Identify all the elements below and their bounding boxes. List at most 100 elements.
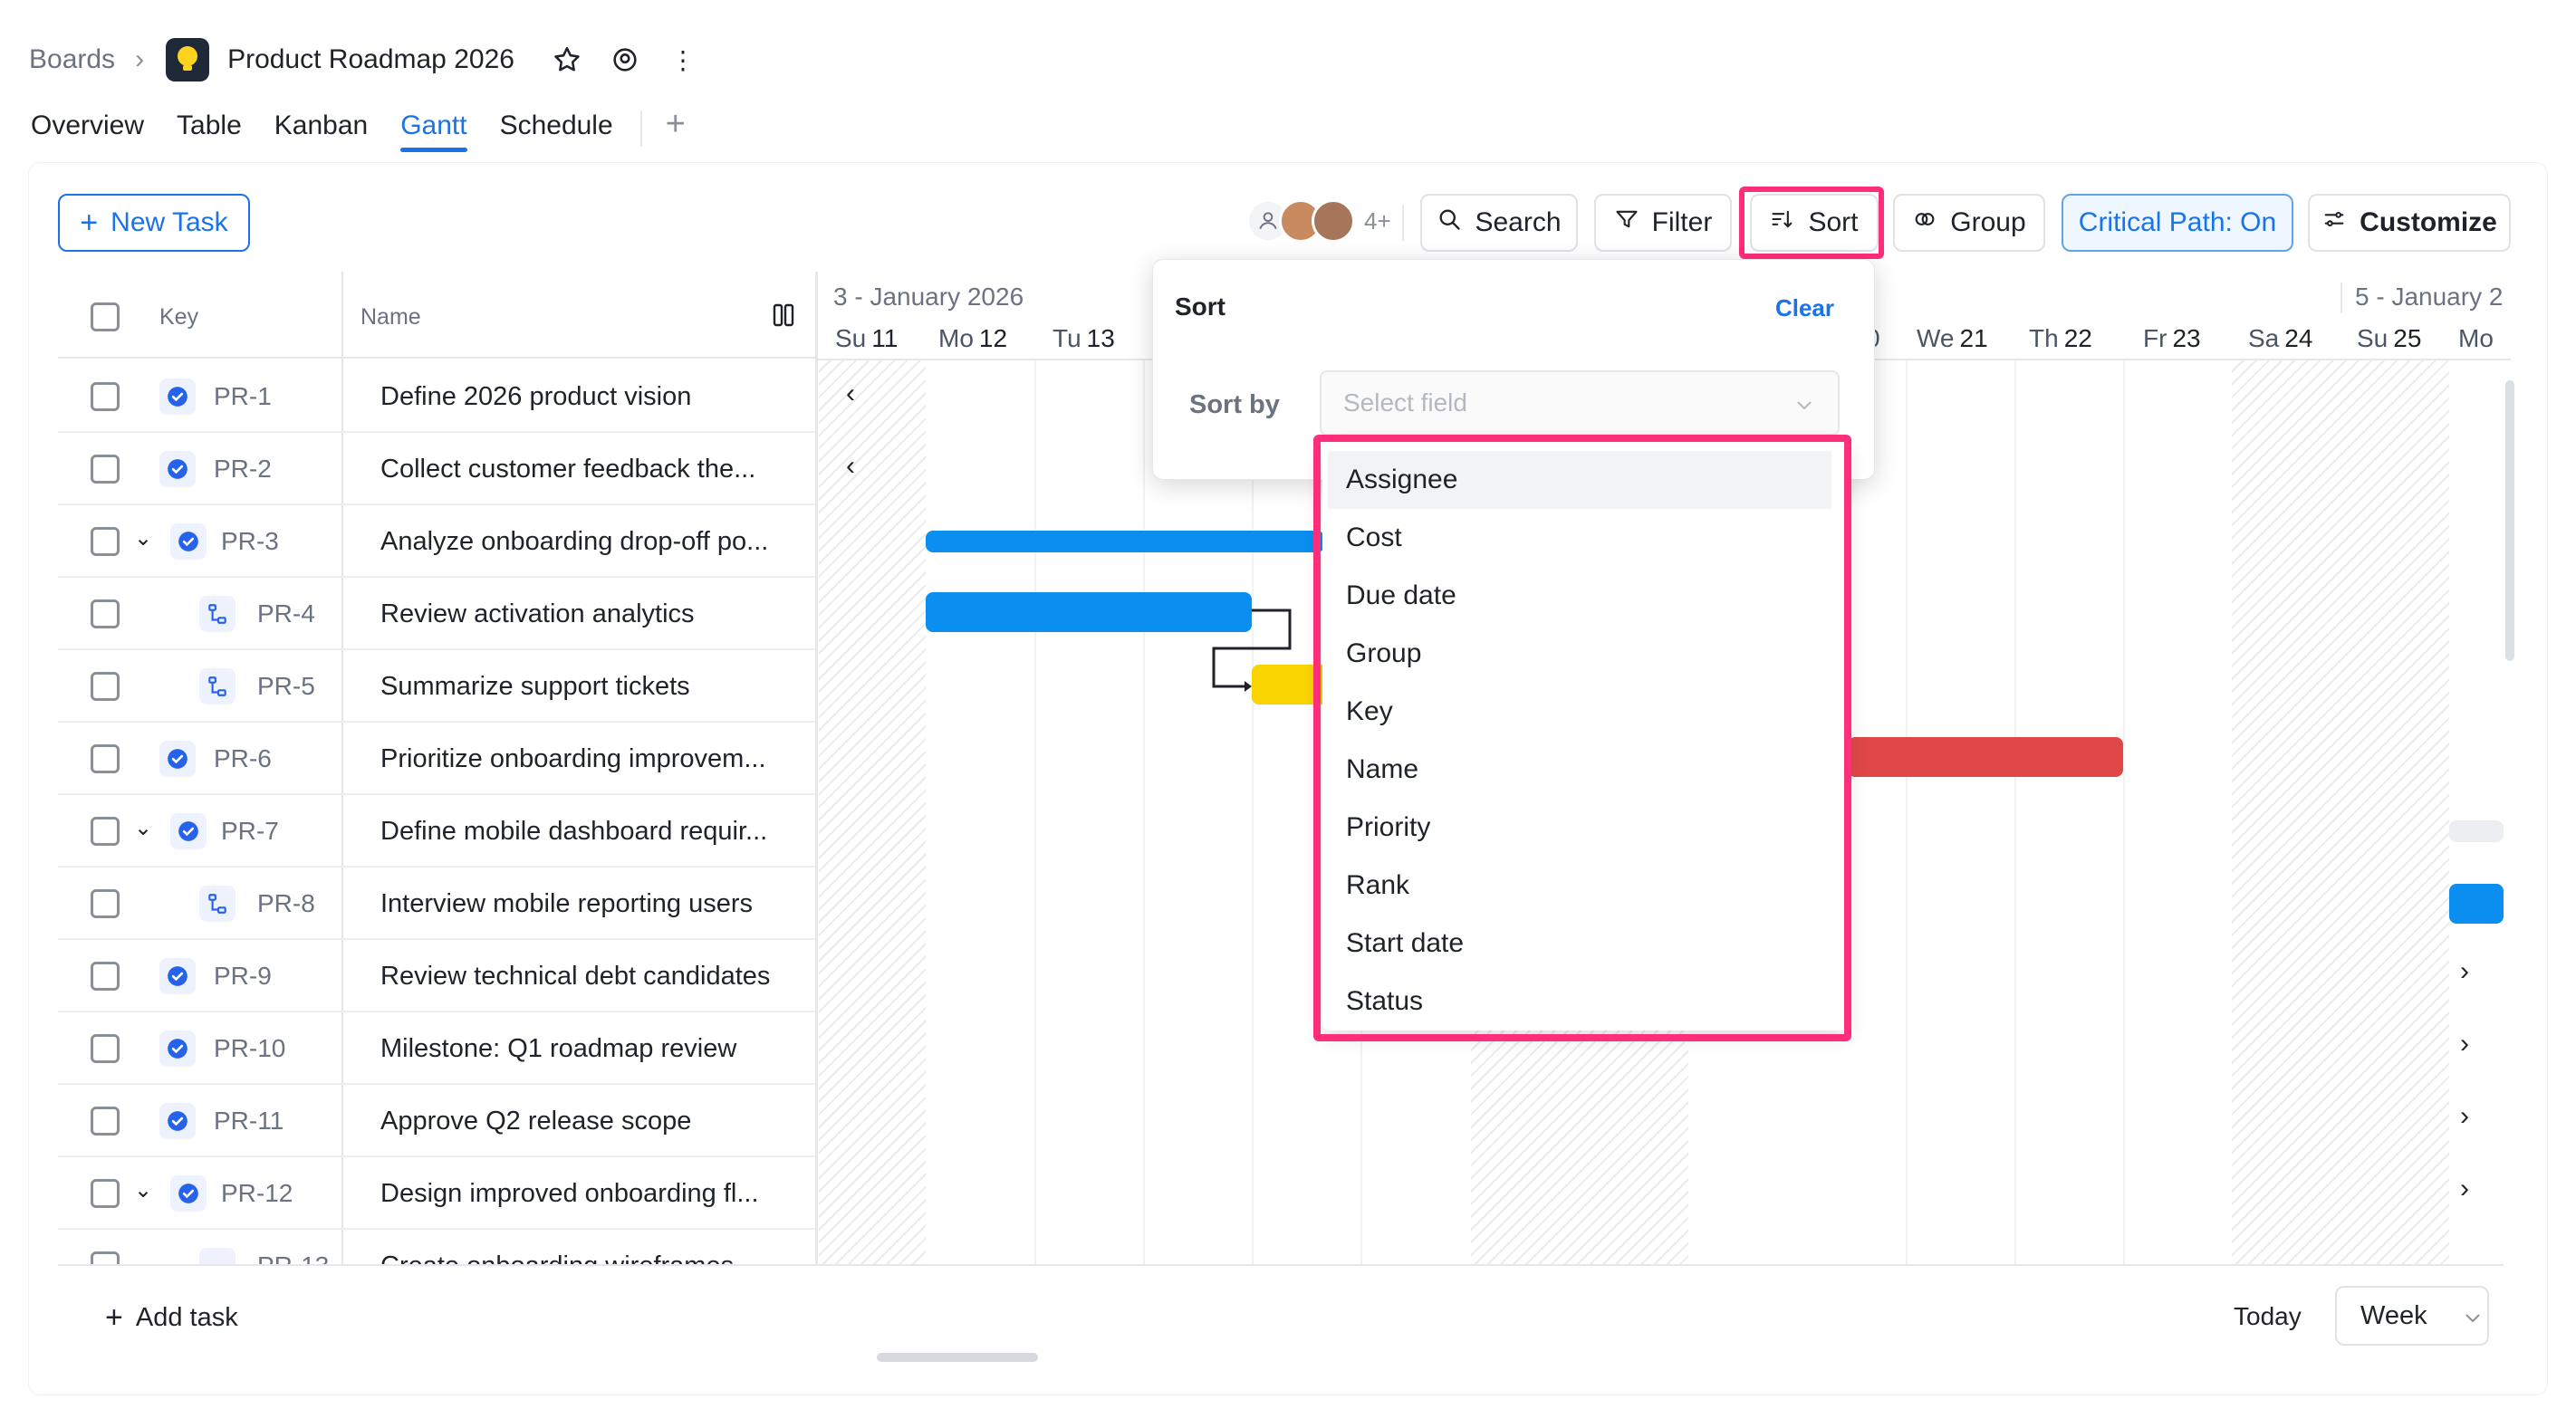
tab-kanban[interactable]: Kanban	[274, 110, 368, 152]
table-row[interactable]: PR-2 Collect customer feedback the...	[58, 433, 817, 505]
breadcrumb-boards-link[interactable]: Boards	[29, 44, 115, 75]
today-button[interactable]: Today	[2234, 1302, 2302, 1331]
column-header-key[interactable]: Key	[159, 304, 198, 331]
task-key[interactable]: PR-9	[214, 962, 272, 991]
task-key[interactable]: PR-3	[221, 527, 279, 556]
chevron-right-icon[interactable]: ›	[2460, 1101, 2469, 1132]
table-row[interactable]: PR-8 Interview mobile reporting users	[58, 867, 817, 940]
group-button[interactable]: Group	[1893, 194, 2045, 252]
chevron-right-icon[interactable]: ›	[2460, 1174, 2469, 1204]
table-row[interactable]: PR-11 Approve Q2 release scope	[58, 1085, 817, 1157]
row-checkbox[interactable]	[91, 817, 120, 846]
zoom-select[interactable]: Week	[2335, 1286, 2489, 1346]
column-header-name[interactable]: Name	[360, 304, 421, 331]
row-checkbox[interactable]	[91, 889, 120, 918]
task-name[interactable]: Review activation analytics	[380, 599, 695, 629]
table-row[interactable]: PR-5 Summarize support tickets	[58, 650, 817, 723]
customize-button[interactable]: Customize	[2308, 194, 2511, 252]
chevron-right-icon[interactable]: ›	[2460, 1029, 2469, 1059]
task-key[interactable]: PR-7	[221, 817, 279, 846]
critical-path-toggle[interactable]: Critical Path: On	[2062, 194, 2293, 252]
chevron-down-icon[interactable]: ⌄	[134, 1177, 152, 1203]
tab-gantt[interactable]: Gantt	[400, 110, 467, 152]
add-task-button[interactable]: + Add task	[105, 1300, 238, 1336]
assignee-avatars[interactable]: 4+	[1246, 199, 1391, 243]
task-name[interactable]: Summarize support tickets	[380, 672, 690, 702]
search-button[interactable]: Search	[1420, 194, 1578, 252]
gantt-task-bar[interactable]	[2449, 884, 2504, 924]
timeline-day: Sa 24	[2248, 324, 2313, 352]
task-name[interactable]: Design improved onboarding fl...	[380, 1179, 759, 1209]
task-name[interactable]: Milestone: Q1 roadmap review	[380, 1034, 736, 1064]
chevron-right-icon[interactable]: ›	[2460, 956, 2469, 987]
dependency-connector	[1212, 609, 1292, 692]
chevron-left-icon[interactable]: ‹	[846, 379, 855, 409]
task-name[interactable]: Define mobile dashboard requir...	[380, 817, 767, 847]
row-checkbox[interactable]	[91, 962, 120, 991]
row-checkbox[interactable]	[91, 382, 120, 411]
row-checkbox[interactable]	[91, 599, 120, 628]
gantt-task-bar[interactable]	[1848, 737, 2123, 777]
task-key[interactable]: PR-5	[257, 672, 315, 701]
chevron-left-icon[interactable]: ‹	[846, 451, 855, 482]
task-key[interactable]: PR-8	[257, 889, 315, 918]
task-name[interactable]: Interview mobile reporting users	[380, 889, 753, 919]
row-checkbox[interactable]	[91, 455, 120, 484]
task-key[interactable]: PR-6	[214, 744, 272, 773]
tab-schedule[interactable]: Schedule	[500, 110, 613, 152]
task-key[interactable]: PR-4	[257, 599, 315, 628]
task-key[interactable]: PR-1	[214, 382, 272, 411]
select-all-checkbox[interactable]	[91, 302, 120, 331]
row-checkbox[interactable]	[91, 1034, 120, 1063]
table-row[interactable]: ⌄ PR-12 Design improved onboarding fl...	[58, 1157, 817, 1230]
timeline-day: Mo	[2458, 324, 2494, 352]
star-icon[interactable]	[551, 43, 583, 76]
gantt-summary-bar[interactable]	[2449, 820, 2504, 842]
row-checkbox[interactable]	[91, 1179, 120, 1208]
day-gridline	[2123, 360, 2125, 1266]
task-name[interactable]: Create onboarding wireframes	[380, 1251, 734, 1264]
task-name[interactable]: Approve Q2 release scope	[380, 1107, 691, 1136]
task-name[interactable]: Review technical debt candidates	[380, 962, 770, 992]
task-key[interactable]: PR-10	[214, 1034, 285, 1063]
horizontal-scrollbar[interactable]	[877, 1353, 1038, 1362]
task-name[interactable]: Collect customer feedback the...	[380, 455, 755, 484]
table-row[interactable]: PR-4 Review activation analytics	[58, 578, 817, 650]
row-checkbox[interactable]	[91, 672, 120, 701]
table-row[interactable]: PR-13 Create onboarding wireframes	[58, 1230, 817, 1264]
table-row[interactable]: PR-6 Prioritize onboarding improvem...	[58, 723, 817, 795]
tab-overview[interactable]: Overview	[31, 110, 144, 152]
chevron-down-icon[interactable]: ⌄	[134, 815, 152, 841]
row-checkbox[interactable]	[91, 1251, 120, 1264]
vertical-scrollbar[interactable]	[2505, 380, 2514, 661]
gantt-task-bar[interactable]	[926, 592, 1252, 632]
zoom-select-value: Week	[2360, 1300, 2427, 1330]
table-row[interactable]: PR-10 Milestone: Q1 roadmap review	[58, 1012, 817, 1085]
task-key[interactable]: PR-12	[221, 1179, 293, 1208]
table-row[interactable]: PR-1 Define 2026 product vision	[58, 360, 817, 433]
task-key[interactable]: PR-13	[257, 1251, 329, 1264]
task-name[interactable]: Define 2026 product vision	[380, 382, 691, 412]
new-task-button[interactable]: + New Task	[58, 194, 250, 252]
gantt-summary-bar[interactable]	[926, 531, 1324, 552]
filter-button[interactable]: Filter	[1594, 194, 1732, 252]
more-options-icon[interactable]: ⋮	[667, 43, 699, 76]
sort-field-select[interactable]: Select field	[1320, 370, 1840, 436]
task-key[interactable]: PR-2	[214, 455, 272, 484]
chevron-down-icon[interactable]: ⌄	[134, 525, 152, 551]
table-row[interactable]: ⌄ PR-7 Define mobile dashboard requir...	[58, 795, 817, 867]
row-checkbox[interactable]	[91, 744, 120, 773]
timeline-day: Th 22	[2029, 324, 2092, 352]
task-name[interactable]: Prioritize onboarding improvem...	[380, 744, 766, 774]
add-view-icon[interactable]: +	[666, 107, 686, 152]
columns-icon[interactable]	[772, 302, 795, 328]
tab-table[interactable]: Table	[177, 110, 242, 152]
sort-clear-button[interactable]: Clear	[1775, 294, 1834, 322]
row-checkbox[interactable]	[91, 527, 120, 556]
task-key[interactable]: PR-11	[214, 1107, 284, 1136]
table-row[interactable]: PR-9 Review technical debt candidates	[58, 940, 817, 1012]
task-name[interactable]: Analyze onboarding drop-off po...	[380, 527, 768, 557]
row-checkbox[interactable]	[91, 1107, 120, 1136]
watch-icon[interactable]	[609, 43, 641, 76]
table-row[interactable]: ⌄ PR-3 Analyze onboarding drop-off po...	[58, 505, 817, 578]
